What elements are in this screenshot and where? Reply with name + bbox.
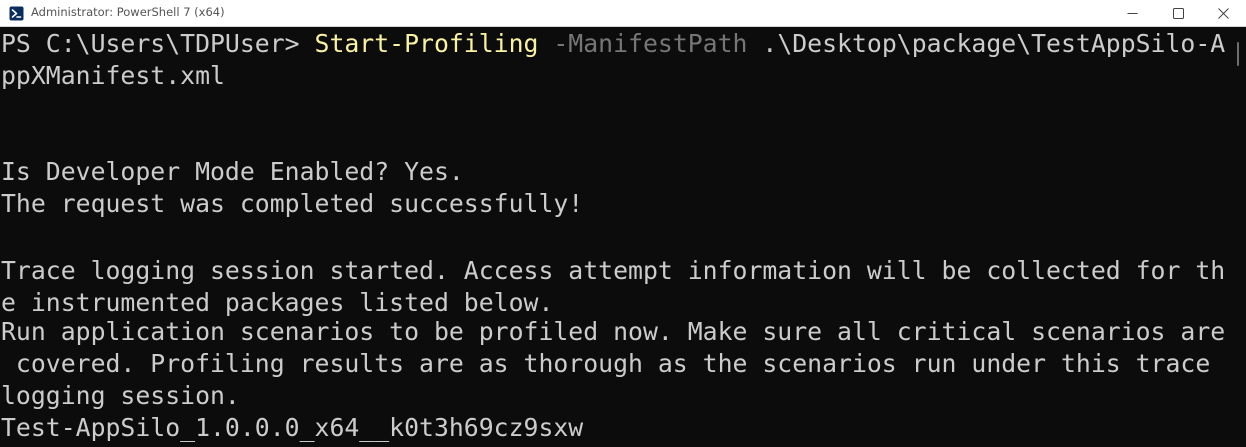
output-line: logging session.	[1, 381, 240, 410]
window-title: Administrator: PowerShell 7 (x64)	[31, 5, 225, 19]
title-bar[interactable]: Administrator: PowerShell 7 (x64)	[0, 0, 1246, 27]
command-line-wrap: ppXManifest.xml	[1, 61, 225, 90]
minimize-icon	[1127, 8, 1138, 19]
output-line: e instrumented packages listed below.	[1, 288, 554, 317]
terminal-output[interactable]: PS C:\Users\TDPUser> Start-Profiling -Ma…	[0, 28, 1229, 447]
command-argument: .\Desktop\package\TestAppSilo-A	[747, 29, 1226, 58]
minimize-button[interactable]	[1109, 0, 1155, 27]
maximize-icon	[1172, 8, 1184, 19]
command-name: Start-Profiling	[314, 29, 539, 58]
output-line: Test-AppSilo_1.0.0.0_x64__k0t3h69cz9sxw	[1, 413, 584, 442]
scrollbar-thumb[interactable]	[1237, 42, 1239, 66]
output-line: Is Developer Mode Enabled? Yes.	[1, 157, 464, 186]
output-line: Trace logging session started. Access at…	[1, 256, 1226, 285]
close-icon	[1217, 8, 1229, 19]
command-line: PS C:\Users\TDPUser> Start-Profiling -Ma…	[1, 28, 1225, 60]
vertical-scrollbar[interactable]	[1229, 28, 1246, 447]
powershell-icon	[9, 6, 24, 21]
maximize-button[interactable]	[1155, 0, 1201, 27]
output-line: covered. Profiling results are as thorou…	[1, 349, 1211, 378]
output-line: Run application scenarios to be profiled…	[1, 317, 1226, 346]
prompt: PS C:\Users\TDPUser>	[1, 29, 315, 58]
output-line: The request was completed successfully!	[1, 189, 584, 218]
close-button[interactable]	[1200, 0, 1246, 27]
command-parameter: -ManifestPath	[538, 29, 748, 58]
